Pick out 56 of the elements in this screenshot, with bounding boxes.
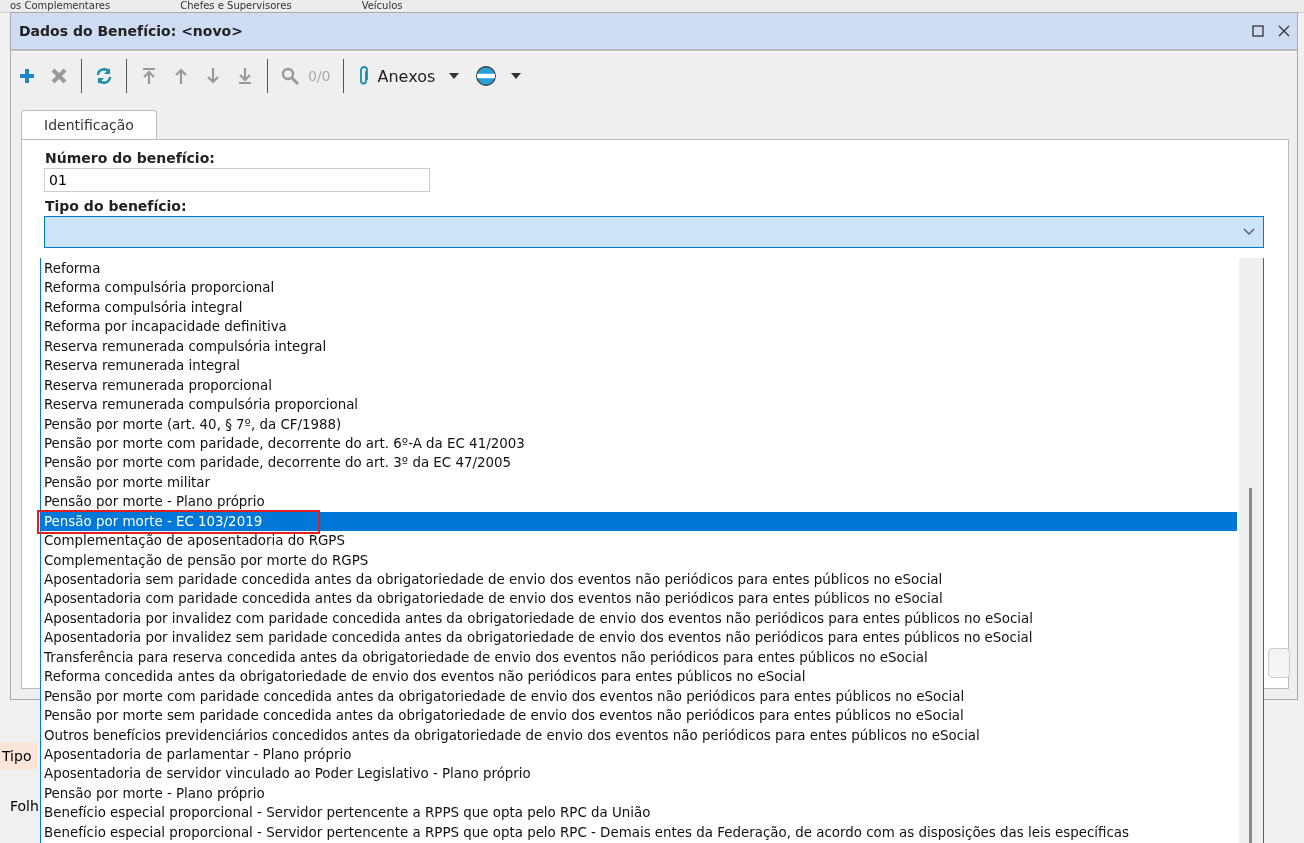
window-title: Dados do Benefício: <novo> (19, 23, 244, 39)
dropdown-option[interactable]: Aposentadoria de parlamentar - Plano próprio (41, 744, 1237, 765)
paperclip-icon (357, 66, 370, 86)
dropdown-option[interactable]: Complementação de aposentadoria do RGPS (41, 531, 1237, 551)
dropdown-option[interactable]: Pensão por morte sem paridade concedida antes da obrigatoriedade de envio dos eventos não periódicos para entes públicos no eSocial (41, 706, 1237, 726)
record-counter: 0/0 (308, 68, 331, 84)
delete-icon[interactable] (49, 66, 69, 86)
dropdown-option[interactable]: Pensão por morte (art. 40, § 7º, da CF/1988) (41, 414, 1237, 434)
attachments-button[interactable]: Anexos (355, 64, 462, 88)
globe-icon (475, 65, 498, 87)
search-icon[interactable] (280, 66, 300, 86)
background-tab[interactable]: Chefes e Supervisores (170, 0, 292, 12)
dropdown-option[interactable]: Pensão por morte - EC 103/2019 (41, 511, 1237, 532)
dropdown-option[interactable]: Pensão por morte - Plano próprio (41, 492, 1237, 512)
field-label: Número do benefício: (45, 150, 216, 166)
dropdown-option[interactable]: Reforma compulsória integral (41, 297, 1237, 318)
dropdown-option[interactable]: Pensão por morte - Plano próprio (41, 783, 1237, 804)
refresh-icon[interactable] (94, 66, 114, 86)
field-label: Tipo do benefício: (45, 198, 188, 214)
dropdown-option[interactable]: Complementação de pensão por morte do RGPS (41, 550, 1237, 570)
dropdown-option[interactable]: Reforma (41, 259, 1237, 279)
plus-icon[interactable] (17, 66, 37, 86)
dropdown-option[interactable]: Outros benefícios previdenciários concedidos antes da obrigatoriedade de envio dos eventos não periódicos para entes públicos no eSocial (41, 725, 1237, 745)
dropdown-option[interactable]: Reserva remunerada integral (41, 356, 1237, 376)
dropdown-option[interactable]: Reserva remunerada proporcional (41, 375, 1237, 396)
dropdown-option[interactable]: Reforma por incapacidade definitiva (41, 317, 1237, 337)
dropdown-option[interactable]: Benefício especial proporcional - Servidor pertencente a RPPS que opta pelo RPC - Demais entes da Federação, de acordo com as disposições das leis específicas (41, 822, 1237, 843)
dropdown-option[interactable]: Reforma compulsória proporcional (41, 278, 1237, 298)
dropdown-option[interactable]: Aposentadoria de servidor vinculado ao Poder Legislativo - Plano próprio (41, 764, 1237, 784)
scrollbar-thumb[interactable] (1249, 488, 1252, 843)
background-field-label: Tipo (0, 742, 37, 770)
dropdown-option[interactable]: Pensão por morte com paridade concedida antes da obrigatoriedade de envio dos eventos não periódicos para entes públicos no eSocial (41, 686, 1237, 707)
maximize-icon[interactable] (1251, 24, 1265, 38)
dropdown-option[interactable]: Aposentadoria sem paridade concedida antes da obrigatoriedade de envio dos eventos não periódicos para entes públicos no eSocial (41, 570, 1237, 590)
close-icon[interactable] (1277, 24, 1291, 38)
dropdown-option[interactable]: Transferência para reserva concedida antes da obrigatoriedade de envio dos eventos não periódicos para entes públicos no eSocial (41, 647, 1237, 668)
dropdown-option[interactable]: Pensão por morte com paridade, decorrente do art. 6º-A da EC 41/2003 (41, 433, 1237, 454)
dropdown-option[interactable]: Reserva remunerada compulsória proporcional (41, 395, 1237, 415)
dropdown-option[interactable]: Aposentadoria por invalidez sem paridade concedida antes da obrigatoriedade de envio dos eventos não periódicos para entes públicos no eSocial (41, 628, 1237, 648)
dropdown-option[interactable]: Reforma concedida antes da obrigatoriedade de envio dos eventos não periódicos para entes públicos no eSocial (41, 667, 1237, 687)
type-combobox[interactable] (44, 216, 1264, 248)
background-tab[interactable]: Veículos (351, 0, 403, 12)
caret-icon (511, 73, 522, 79)
number-input-field[interactable]: 01 (44, 168, 430, 192)
chevron-down-icon (1243, 228, 1255, 236)
side-button[interactable] (1268, 648, 1290, 678)
caret-icon (449, 73, 460, 79)
dropdown-option[interactable]: Pensão por morte com paridade, decorrente do art. 3º da EC 47/2005 (41, 453, 1237, 473)
identification-tab[interactable]: Identificação (21, 110, 157, 139)
dropdown-option[interactable]: Aposentadoria com paridade concedida antes da obrigatoriedade de envio dos eventos não periódicos para entes públicos no eSocial (41, 589, 1237, 609)
dropdown-option[interactable]: Pensão por morte militar (41, 472, 1237, 493)
web-menu-button[interactable] (473, 63, 524, 89)
dropdown-option[interactable]: Benefício especial proporcional - Servidor pertencente a RPPS que opta pelo RPC da União (41, 803, 1237, 823)
dropdown-option[interactable]: Aposentadoria por invalidez com paridade concedida antes da obrigatoriedade de envio dos eventos não periódicos para entes públicos no eSocial (41, 608, 1237, 629)
dropdown-option[interactable]: Reserva remunerada compulsória integral (41, 336, 1237, 357)
background-tab[interactable]: os Complementares (0, 0, 111, 12)
